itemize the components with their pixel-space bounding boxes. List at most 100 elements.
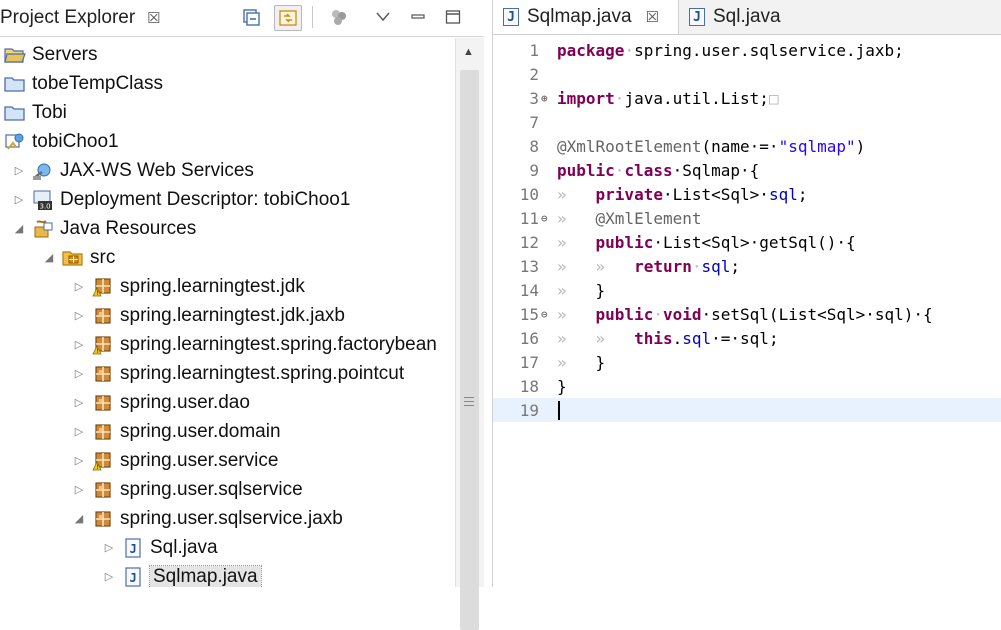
editor-panel: J Sqlmap.java ☒ J Sql.java 1 package·spri… — [492, 0, 1001, 587]
tree-item[interactable]: ▷! spring.learningtest.jdk — [72, 272, 305, 301]
code-line[interactable]: 18} — [493, 374, 1001, 398]
line-number: 12 — [519, 232, 539, 252]
close-icon[interactable]: ☒ — [147, 9, 160, 27]
tree-item[interactable]: ▷ spring.user.sqlservice — [72, 475, 303, 504]
code-token: . — [672, 328, 683, 348]
tree-item-label: Tobi — [32, 101, 67, 123]
expanded-arrow-icon[interactable]: ◢ — [42, 251, 56, 265]
svg-text:!: ! — [96, 464, 98, 471]
collapsed-arrow-icon[interactable]: ▷ — [72, 483, 86, 497]
code-line[interactable]: 2 — [493, 62, 1001, 86]
tree-item[interactable]: ◢ src — [42, 243, 116, 272]
line-number: 15 — [519, 304, 539, 324]
collapsed-arrow-icon[interactable]: ▷ — [12, 164, 26, 178]
code-line[interactable]: 12 » public·List<Sql>·getSql()·{ — [493, 230, 1001, 254]
code-line[interactable]: 3 ⊕ import·java.util.List;□ — [493, 86, 1001, 110]
collapsed-arrow-icon[interactable]: ▷ — [72, 309, 86, 323]
tree-item[interactable]: ▷ spring.learningtest.jdk.jaxb — [72, 301, 345, 330]
tree-item-label: spring.learningtest.spring.factorybean — [120, 333, 437, 355]
code-line[interactable]: 11 ⊖ » @XmlElement — [493, 206, 1001, 230]
code-editor[interactable]: 1 package·spring.user.sqlservice.jaxb; 2 3 ⊕… — [493, 38, 1001, 587]
code-line[interactable]: 16 » » this.sql·=·sql; — [493, 326, 1001, 350]
tree-item[interactable]: ▷! spring.learningtest.spring.factorybean — [72, 330, 437, 359]
tree-item[interactable]: ▷ J Sqlmap.java — [102, 562, 262, 587]
close-icon[interactable]: ☒ — [646, 8, 659, 26]
collapsed-arrow-icon[interactable]: ▷ — [72, 396, 86, 410]
minimize-icon[interactable] — [405, 5, 431, 29]
code-line[interactable]: 7 — [493, 110, 1001, 134]
code-token: sql — [682, 328, 712, 348]
tab-sqlmap-java[interactable]: J Sqlmap.java ☒ — [493, 0, 679, 34]
code-token: » — [557, 280, 596, 300]
maximize-icon[interactable] — [440, 5, 466, 29]
collapsed-arrow-icon[interactable]: ▷ — [72, 280, 86, 294]
tree-item[interactable]: tobeTempClass — [4, 69, 163, 98]
tree-item-label: Sqlmap.java — [149, 564, 262, 587]
code-line[interactable]: 15 ⊖ » public·void·setSql(List<Sql>·sql)·{ — [493, 302, 1001, 326]
collapse-all-icon[interactable] — [238, 5, 264, 29]
tree-item[interactable]: ▷ 3.0 Deployment Descriptor: tobiChoo1 — [12, 185, 351, 214]
scroll-up-arrow-icon[interactable]: ▲ — [463, 46, 474, 58]
collapsed-arrow-icon[interactable]: ▷ — [102, 541, 116, 555]
java-resources-icon — [32, 218, 54, 240]
tree-item[interactable]: ▷ JAX-WS Web Services — [12, 156, 254, 185]
expanded-arrow-icon[interactable]: ◢ — [12, 222, 26, 236]
view-menu-icon[interactable] — [370, 5, 396, 29]
code-line[interactable]: 10 » private·List<Sql>·sql; — [493, 182, 1001, 206]
text-cursor — [558, 401, 560, 420]
tree-item[interactable]: ▷! spring.user.service — [72, 446, 279, 475]
code-line[interactable]: 19 — [493, 398, 1001, 422]
code-token: ·List<Sql>·getSql()·{ — [653, 232, 856, 252]
code-token: return — [634, 256, 692, 276]
code-token: @XmlElement — [595, 208, 702, 228]
collapse-fold-icon[interactable]: ⊖ — [541, 308, 548, 321]
line-number: 11 — [519, 208, 539, 228]
filters-icon[interactable] — [326, 5, 352, 29]
code-line[interactable]: 14 » } — [493, 278, 1001, 302]
tree-item-label: spring.learningtest.jdk — [120, 275, 305, 297]
tree-item[interactable]: ▷ spring.user.domain — [72, 417, 281, 446]
expanded-arrow-icon[interactable]: ◢ — [72, 512, 86, 526]
scrollbar-thumb[interactable] — [460, 70, 479, 630]
code-token: ) — [855, 136, 866, 156]
code-token: · — [653, 304, 663, 324]
link-with-editor-icon[interactable] — [274, 5, 302, 31]
collapsed-arrow-icon[interactable]: ▷ — [72, 425, 86, 439]
code-line[interactable]: 8 @XmlRootElement(name·=·"sqlmap") — [493, 134, 1001, 158]
package-icon — [92, 421, 114, 443]
project-icon — [4, 102, 26, 124]
code-line[interactable]: 9 public·class·Sqlmap·{ — [493, 158, 1001, 182]
line-number: 8 — [529, 136, 539, 156]
tree-item[interactable]: tobiChoo1 — [4, 127, 119, 156]
code-text: » } — [557, 281, 605, 300]
code-token: » » — [557, 328, 635, 348]
collapsed-arrow-icon[interactable]: ▷ — [72, 367, 86, 381]
collapsed-arrow-icon[interactable]: ▷ — [72, 338, 86, 352]
tree-item[interactable]: Tobi — [4, 98, 67, 127]
tree-item[interactable]: ▷ spring.learningtest.spring.pointcut — [72, 359, 404, 388]
vertical-scrollbar[interactable]: ▲ — [455, 38, 484, 630]
line-number: 14 — [519, 280, 539, 300]
tree-item-label: spring.user.sqlservice.jaxb — [120, 507, 343, 529]
tab-sql-java[interactable]: J Sql.java — [679, 0, 799, 34]
collapsed-arrow-icon[interactable]: ▷ — [102, 570, 116, 584]
collapse-fold-icon[interactable]: ⊖ — [541, 212, 548, 225]
code-token: ·=·sql; — [711, 328, 779, 348]
collapsed-arrow-icon[interactable]: ▷ — [12, 193, 26, 207]
tree-item-label: JAX-WS Web Services — [60, 159, 254, 181]
collapsed-arrow-icon[interactable]: ▷ — [72, 454, 86, 468]
code-token: » — [557, 208, 596, 228]
tree-item[interactable]: ◢ Java Resources — [12, 214, 196, 243]
tree-item[interactable]: ▷ spring.user.dao — [72, 388, 250, 417]
tree-item[interactable]: Servers — [4, 40, 97, 69]
code-token: ·List<Sql>· — [662, 184, 769, 204]
code-line[interactable]: 1 package·spring.user.sqlservice.jaxb; — [493, 38, 1001, 62]
tab-project-explorer[interactable]: Project Explorer ☒ — [0, 2, 161, 34]
code-line[interactable]: 13 » » return·sql; — [493, 254, 1001, 278]
code-token: · — [691, 256, 702, 276]
tree-item[interactable]: ◢ spring.user.sqlservice.jaxb — [72, 504, 343, 533]
expand-fold-icon[interactable]: ⊕ — [541, 92, 548, 105]
tree-item[interactable]: ▷ J Sql.java — [102, 533, 218, 562]
code-line[interactable]: 17 » } — [493, 350, 1001, 374]
svg-text:!: ! — [96, 290, 98, 297]
